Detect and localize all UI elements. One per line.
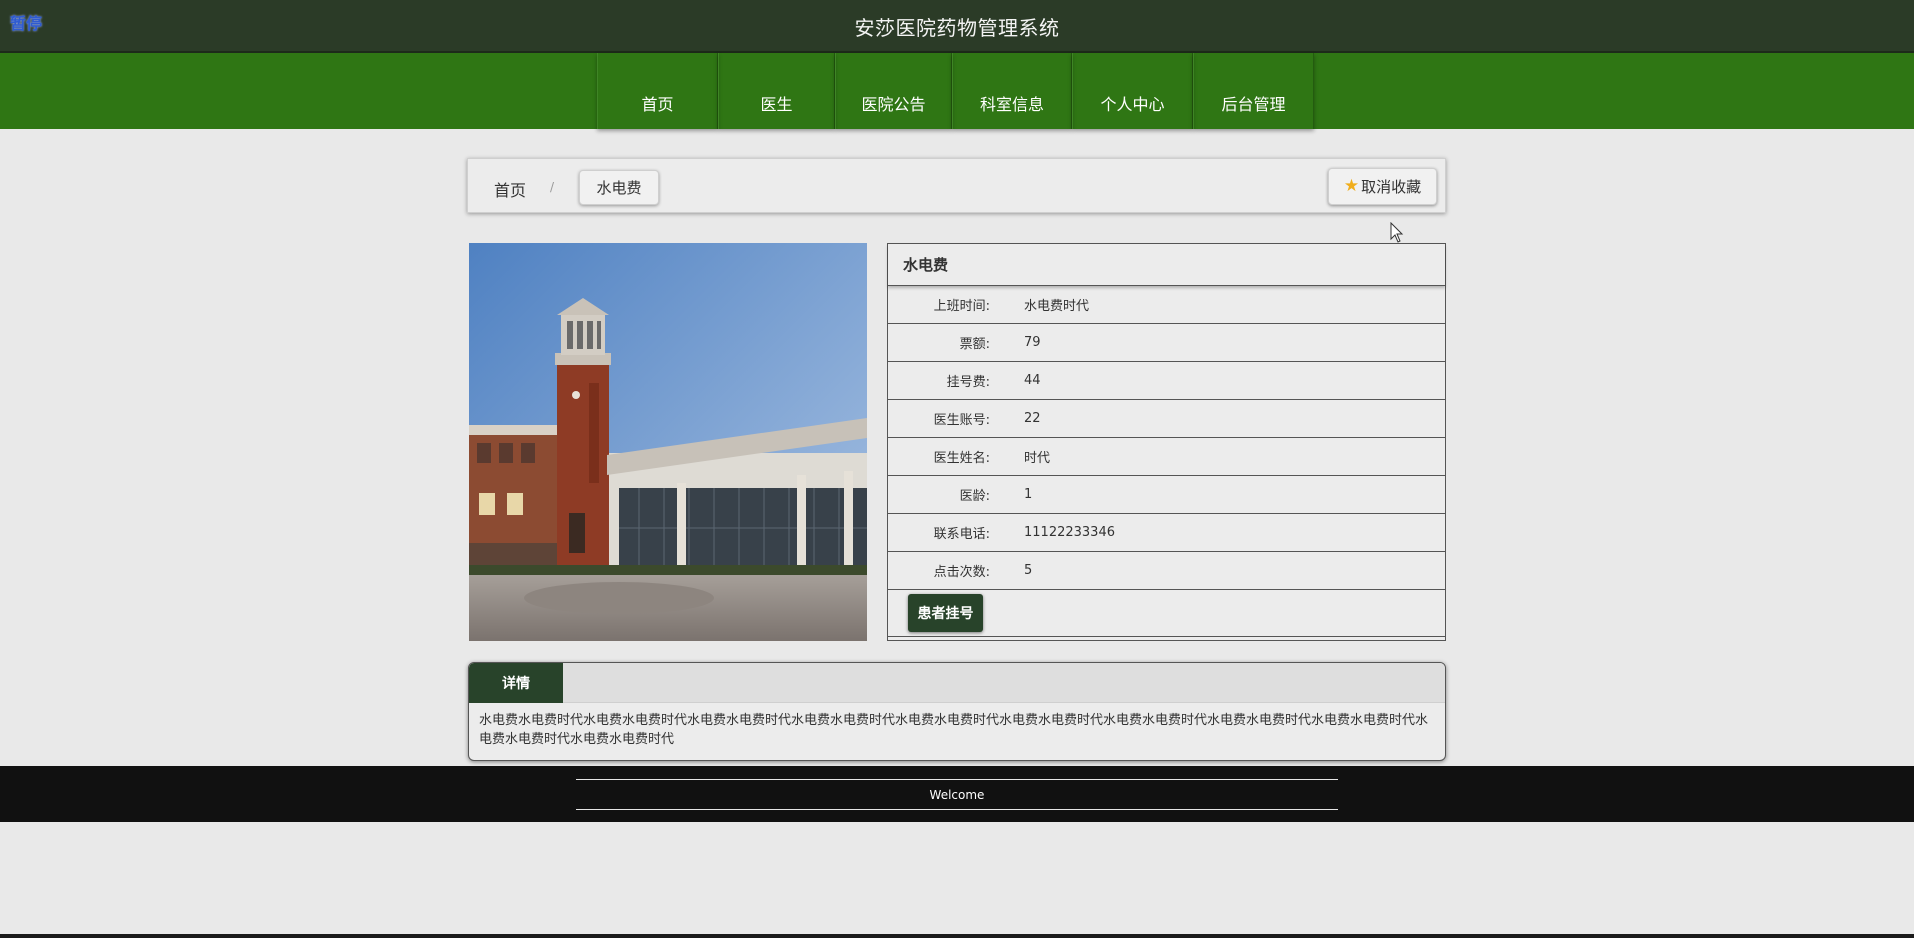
bottom-divider [0, 934, 1914, 938]
top-bar: 暂停 安莎医院药物管理系统 [0, 0, 1914, 53]
details-text: 水电费水电费时代水电费水电费时代水电费水电费时代水电费水电费时代水电费水电费时代… [479, 713, 1429, 747]
breadcrumb-home[interactable]: 首页 [494, 177, 526, 201]
info-value: 时代 [1024, 451, 1051, 466]
nav-group: 首页 医生 医院公告 科室信息 个人中心 后台管理 [597, 53, 1314, 129]
star-icon: ★ [1343, 176, 1360, 196]
info-row-work-time: 上班时间: 水电费时代 [888, 286, 1445, 324]
info-label: 医龄: [959, 489, 990, 504]
footer: Welcome [0, 766, 1914, 822]
breadcrumb-separator: / [550, 180, 555, 194]
info-value: 79 [1024, 335, 1041, 350]
info-value: 水电费时代 [1024, 299, 1090, 314]
unfavorite-button[interactable]: ★ 取消收藏 [1328, 168, 1437, 205]
mouse-cursor-icon [1390, 222, 1404, 243]
info-label: 票额: [959, 337, 990, 352]
breadcrumb-current[interactable]: 水电费 [579, 170, 659, 205]
info-row-doctor-account: 医生账号: 22 [888, 400, 1445, 438]
footer-welcome: Welcome [576, 779, 1338, 810]
info-value: 1 [1024, 487, 1033, 502]
nav-item-departments[interactable]: 科室信息 [952, 53, 1072, 129]
info-row-ticket-amount: 票额: 79 [888, 324, 1445, 362]
nav-item-personal-center[interactable]: 个人中心 [1072, 53, 1193, 129]
info-row-years-of-practice: 医龄: 1 [888, 476, 1445, 514]
details-tab-bar: 详情 [469, 663, 1445, 703]
unfavorite-button-label: 取消收藏 [1361, 178, 1422, 196]
nav-item-announcements[interactable]: 医院公告 [835, 53, 952, 129]
info-label: 医生姓名: [933, 451, 990, 466]
info-value: 44 [1024, 373, 1041, 388]
info-row-registration-fee: 挂号费: 44 [888, 362, 1445, 400]
info-label: 上班时间: [933, 299, 990, 314]
site-title: 安莎医院药物管理系统 [854, 16, 1060, 40]
nav-item-admin[interactable]: 后台管理 [1193, 53, 1314, 129]
info-label: 挂号费: [946, 375, 990, 390]
info-row-doctor-name: 医生姓名: 时代 [888, 438, 1445, 476]
main-nav: 首页 医生 医院公告 科室信息 个人中心 后台管理 [0, 53, 1914, 129]
nav-item-home[interactable]: 首页 [597, 53, 718, 129]
nav-item-doctors[interactable]: 医生 [718, 53, 835, 129]
tab-details[interactable]: 详情 [469, 663, 563, 703]
info-label: 联系电话: [933, 527, 990, 542]
info-value: 5 [1024, 563, 1033, 578]
info-label: 点击次数: [933, 565, 990, 580]
info-title: 水电费 [888, 244, 1445, 286]
info-label: 医生账号: [933, 413, 990, 428]
info-row-phone: 联系电话: 11122233346 [888, 514, 1445, 552]
info-row-click-count: 点击次数: 5 [888, 552, 1445, 590]
patient-register-button[interactable]: 患者挂号 [908, 594, 983, 632]
details-panel: 详情 水电费水电费时代水电费水电费时代水电费水电费时代水电费水电费时代水电费水电… [468, 662, 1446, 761]
building-image [469, 243, 867, 641]
breadcrumb: 首页 / 水电费 ★ 取消收藏 [467, 158, 1446, 213]
info-value: 11122233346 [1024, 525, 1115, 540]
info-value: 22 [1024, 411, 1041, 426]
info-action-row: 患者挂号 [888, 590, 1445, 637]
info-panel: 水电费 上班时间: 水电费时代 票额: 79 挂号费: 44 医生账号: 22 … [887, 243, 1446, 641]
